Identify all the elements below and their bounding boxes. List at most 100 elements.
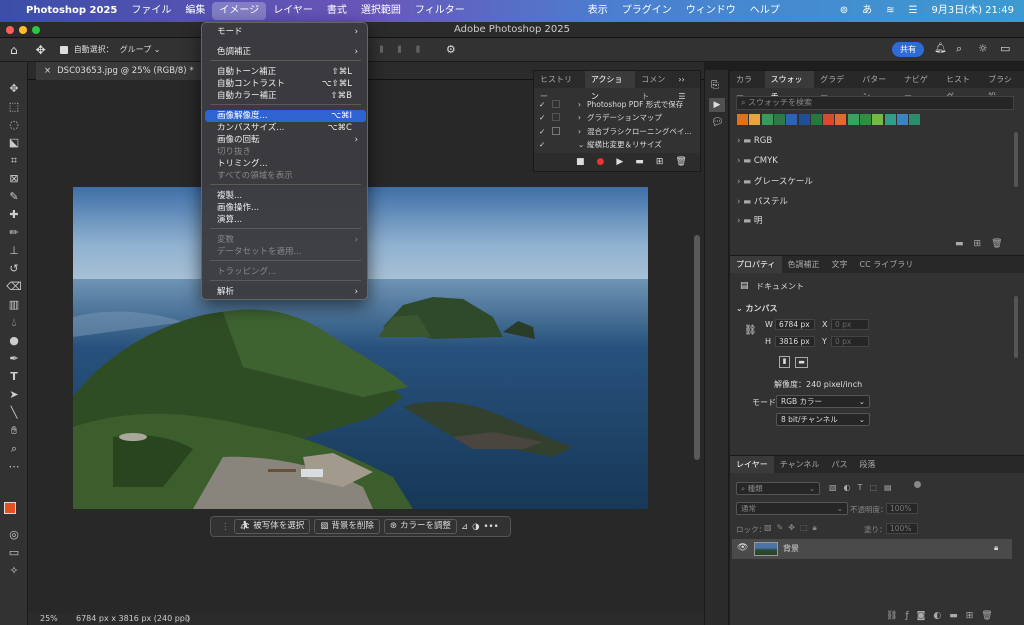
pen-tool-icon[interactable]: ✒: [6, 352, 22, 366]
auto-select-checkbox[interactable]: [59, 45, 68, 54]
color-swatch[interactable]: [847, 114, 859, 125]
document-info[interactable]: 6784 px x 3816 px (240 ppi): [76, 613, 190, 625]
tab-properties[interactable]: プロパティ: [730, 256, 782, 273]
status-chevron-icon[interactable]: 〉: [186, 613, 194, 625]
lock-icons[interactable]: ▧✎✥⬚🔒︎: [764, 523, 822, 533]
actions-panel-icon[interactable]: ▶: [709, 98, 725, 112]
quick-mask-icon[interactable]: ◎: [6, 528, 22, 542]
menu-item[interactable]: 自動カラー補正 ⇧⌘B: [205, 90, 366, 102]
color-swatch[interactable]: [737, 114, 748, 125]
tab-channels[interactable]: チャンネル: [774, 456, 826, 473]
drag-handle-icon[interactable]: ⋮: [221, 522, 230, 532]
group-folder-icon[interactable]: ▬: [949, 611, 966, 621]
swatches-scrollbar[interactable]: [1014, 132, 1018, 187]
link-layers-icon[interactable]: ⛓︎: [886, 611, 905, 621]
close-tab-icon[interactable]: ×: [44, 66, 51, 76]
menu-select[interactable]: 選択範囲: [354, 2, 408, 20]
layer-filter-icons[interactable]: ▧◐T⬚▤: [829, 483, 899, 492]
edit-toolbar-icon[interactable]: ⋯: [6, 460, 22, 474]
menu-item[interactable]: 画像解像度... ⌥⌘I: [205, 110, 366, 122]
trash-icon[interactable]: 🗑︎: [991, 239, 1012, 249]
select-subject-button[interactable]: ⛹︎ 被写体を選択: [233, 519, 311, 534]
color-swatch[interactable]: [810, 114, 822, 125]
wifi-icon[interactable]: ≋: [879, 2, 901, 20]
tab-swatches[interactable]: スウォッチ: [764, 71, 815, 101]
folder-icon[interactable]: ▬: [955, 239, 974, 249]
blur-tool-icon[interactable]: 💧︎: [6, 316, 22, 330]
gradient-tool-icon[interactable]: ▥: [6, 298, 22, 312]
menu-image[interactable]: イメージ: [212, 2, 267, 20]
brush-tool-icon[interactable]: ✏: [6, 226, 22, 240]
menu-item[interactable]: 演算...: [205, 214, 366, 226]
adjust-color-button[interactable]: ⊛ カラーを調整: [383, 519, 457, 534]
color-swatch[interactable]: [773, 114, 785, 125]
home-icon[interactable]: ⌂: [10, 43, 18, 57]
menu-edit[interactable]: 編集: [178, 2, 212, 20]
history-brush-tool-icon[interactable]: ↺: [6, 262, 22, 276]
search-icon[interactable]: ⌕: [956, 42, 962, 56]
new-layer-icon[interactable]: ⊞: [966, 611, 982, 621]
move-tool-icon[interactable]: ✥: [36, 43, 46, 57]
eraser-tool-icon[interactable]: ⌫: [6, 280, 22, 294]
stop-icon[interactable]: ■: [576, 157, 585, 167]
layer-name[interactable]: 背景: [783, 543, 799, 554]
color-swatch[interactable]: [786, 114, 798, 125]
menu-item[interactable]: 画像操作...: [205, 202, 366, 214]
tab-patterns[interactable]: パターン: [856, 71, 898, 101]
blend-mode-select[interactable]: 通常 ⌄: [736, 502, 848, 515]
trash-icon[interactable]: 🗑︎: [675, 157, 686, 167]
screen-mode-icon[interactable]: ▭: [6, 546, 22, 560]
transform-icon[interactable]: ⊿: [461, 522, 468, 532]
landscape-orientation-icon[interactable]: ▬: [795, 357, 808, 368]
menu-view[interactable]: 表示: [581, 2, 615, 20]
zoom-level[interactable]: 25%: [40, 613, 58, 625]
color-swatch[interactable]: [909, 114, 921, 125]
swatch-group-folder[interactable]: › ▬ グレースケール: [737, 175, 813, 187]
tab-histogram[interactable]: ヒストグ: [940, 71, 982, 101]
opacity-field[interactable]: 100%: [886, 503, 918, 514]
dodge-tool-icon[interactable]: ●: [6, 334, 22, 348]
healing-brush-tool-icon[interactable]: ✚: [6, 208, 22, 222]
zoom-window-button[interactable]: [32, 26, 40, 34]
width-field[interactable]: 6784 px: [775, 319, 815, 330]
object-select-tool-icon[interactable]: ⬕: [6, 136, 22, 150]
menu-item[interactable]: 解析 ›: [205, 286, 366, 298]
menu-item[interactable]: 自動コントラスト ⌥⇧⌘L: [205, 78, 366, 90]
input-method-indicator[interactable]: あ: [855, 2, 879, 20]
canvas-section-label[interactable]: ⌄ カンバス: [736, 303, 778, 314]
menu-layer[interactable]: レイヤー: [266, 2, 320, 20]
height-field[interactable]: 3816 px: [775, 336, 815, 347]
menu-item[interactable]: 画像の回転 ›: [205, 134, 366, 146]
clone-stamp-tool-icon[interactable]: ⊥: [6, 244, 22, 258]
properties-scrollbar[interactable]: [1014, 296, 1018, 358]
color-swatch[interactable]: [872, 114, 884, 125]
frame-tool-icon[interactable]: ⊠: [6, 172, 22, 186]
line-tool-icon[interactable]: ╲: [6, 406, 22, 420]
menu-type[interactable]: 書式: [320, 2, 354, 20]
foreground-color-swatch[interactable]: [4, 502, 16, 514]
minimize-window-button[interactable]: [19, 26, 27, 34]
share-button[interactable]: 共有: [892, 42, 924, 57]
more-options-icon[interactable]: •••: [484, 522, 499, 532]
filter-toggle-icon[interactable]: [914, 481, 921, 488]
type-tool-icon[interactable]: T: [6, 370, 22, 384]
settings-gear-icon[interactable]: ⚙: [446, 43, 456, 56]
portrait-orientation-icon[interactable]: ▮: [779, 356, 790, 368]
crop-tool-icon[interactable]: ⌗: [6, 154, 22, 168]
swatch-group-folder[interactable]: › ▬ CMYK: [737, 156, 778, 166]
new-swatch-icon[interactable]: ⊞: [974, 239, 992, 249]
color-swatch[interactable]: [896, 114, 908, 125]
menu-window[interactable]: ウィンドウ: [679, 2, 743, 20]
history-panel-icon[interactable]: ⎘: [711, 80, 719, 91]
menu-item[interactable]: カンバスサイズ... ⌥⌘C: [205, 122, 366, 134]
action-row[interactable]: ✓ › グラデーションマップ: [534, 111, 694, 124]
marquee-tool-icon[interactable]: ⬚: [6, 100, 22, 114]
tab-history[interactable]: ヒストリー: [534, 71, 585, 101]
tab-character[interactable]: 文字: [826, 256, 854, 273]
color-mode-select[interactable]: RGB カラー ⌄: [776, 395, 870, 408]
menu-item[interactable]: トリミング...: [205, 158, 366, 170]
comments-panel-icon[interactable]: 💬︎: [711, 117, 724, 128]
fx-icon[interactable]: ƒ: [905, 611, 916, 621]
menu-item[interactable]: 複製...: [205, 190, 366, 202]
document-tab[interactable]: × DSC03653.jpg @ 25% (RGB/8) *: [36, 62, 202, 80]
